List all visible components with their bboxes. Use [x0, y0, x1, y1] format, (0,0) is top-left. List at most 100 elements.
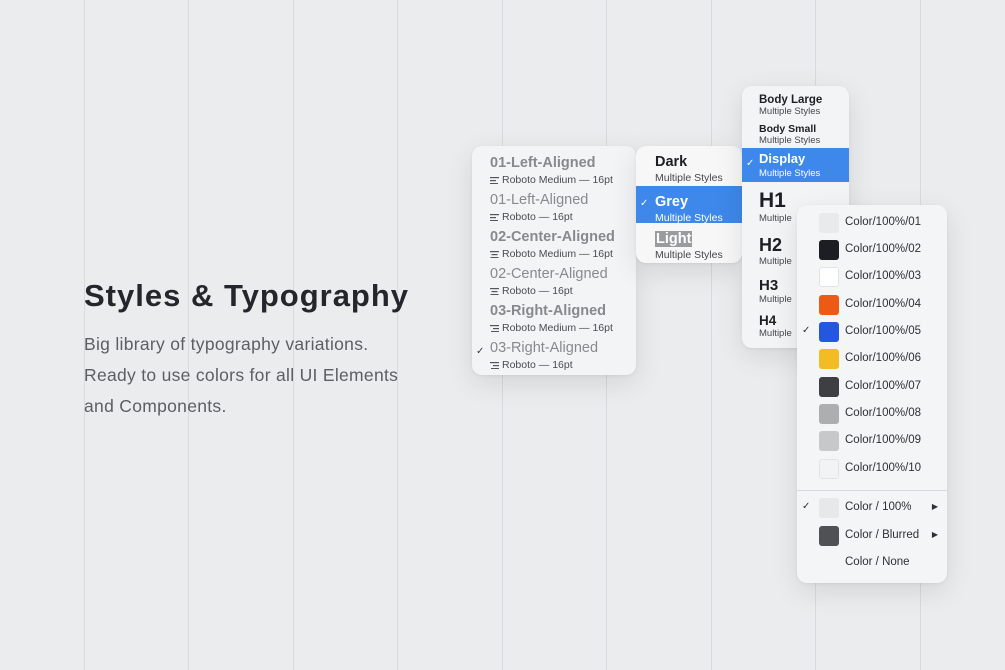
type-style-item[interactable]: H3 Multiple: [759, 277, 792, 305]
type-style-name: H3: [759, 277, 779, 294]
color-group-label: Color / Blurred: [845, 529, 920, 541]
type-style-item[interactable]: H2 Multiple: [759, 235, 792, 267]
text-style-name: 03-Right-Aligned: [490, 303, 606, 319]
theme-name: Grey: [655, 194, 689, 210]
grid-line: [711, 0, 712, 670]
align-center-icon: [490, 287, 499, 295]
type-style-name: H4: [759, 313, 777, 328]
color-swatch: [819, 377, 839, 397]
text-style-item[interactable]: 03-Right-Aligned Roboto Medium — 16pt: [490, 303, 630, 340]
align-left-icon: [490, 176, 499, 184]
type-style-detail: Multiple: [759, 256, 792, 267]
type-style-name: H2: [759, 235, 783, 255]
color-swatch: [819, 322, 839, 342]
text-style-menu: 01-Left-Aligned Roboto Medium — 16pt 01-…: [472, 146, 636, 375]
color-style-label: Color/100%/09: [845, 434, 922, 446]
type-style-item[interactable]: Body Large Multiple Styles: [759, 94, 822, 117]
color-style-item[interactable]: Color/100%/06: [797, 346, 947, 373]
color-style-label: Color/100%/10: [845, 462, 922, 474]
theme-detail: Multiple Styles: [655, 249, 723, 261]
type-style-item-selected[interactable]: ✓ Display Multiple Styles: [742, 148, 849, 182]
color-swatch: [819, 213, 839, 233]
hero-description-line: Big library of typography variations.: [84, 334, 369, 354]
color-style-label: Color/100%/06: [845, 352, 922, 364]
align-center-icon: [490, 250, 499, 258]
text-style-detail: Roboto Medium — 16pt: [502, 248, 613, 260]
text-style-name: 03-Right-Aligned: [490, 340, 599, 356]
color-style-item[interactable]: Color/100%/03: [797, 264, 947, 291]
text-style-detail: Roboto Medium — 16pt: [502, 322, 613, 334]
color-style-label: Color/100%/02: [845, 243, 922, 255]
text-style-item[interactable]: 02-Center-Aligned Roboto Medium — 16pt: [490, 229, 630, 266]
color-swatch: [819, 240, 839, 260]
text-style-name: 02-Center-Aligned: [490, 266, 608, 282]
submenu-arrow-icon: ▶: [931, 502, 938, 511]
checkmark-icon: ✓: [476, 346, 485, 357]
type-style-name: Display: [759, 151, 806, 166]
color-style-label: Color/100%/08: [845, 407, 922, 419]
color-style-item[interactable]: Color/100%/07: [797, 374, 947, 401]
color-swatch: [819, 295, 839, 315]
theme-item-light[interactable]: Light Multiple Styles: [636, 223, 742, 261]
type-style-name: H1: [759, 189, 786, 212]
type-style-detail: Multiple: [759, 294, 792, 305]
text-style-item-selected[interactable]: 03-Right-Aligned Roboto — 16pt: [490, 340, 630, 377]
color-swatch: [819, 431, 839, 451]
type-style-item[interactable]: H4 Multiple: [759, 313, 792, 339]
align-right-icon: [490, 324, 499, 332]
color-style-item[interactable]: Color/100%/10: [797, 456, 947, 483]
color-style-item-selected[interactable]: ✓ Color/100%/05: [797, 319, 947, 346]
type-style-item[interactable]: Body Small Multiple Styles: [759, 123, 820, 146]
color-swatch: [819, 459, 839, 479]
type-style-detail: Multiple Styles: [759, 135, 821, 146]
color-swatch: [819, 526, 839, 546]
color-group-label: Color / None: [845, 556, 910, 568]
submenu-arrow-icon: ▶: [931, 530, 938, 539]
color-style-label: Color/100%/03: [845, 270, 922, 282]
color-style-item[interactable]: Color/100%/09: [797, 428, 947, 455]
color-group-item[interactable]: Color / Blurred ▶: [797, 523, 947, 550]
theme-detail: Multiple Styles: [655, 172, 723, 184]
menu-divider: [797, 490, 947, 491]
hero-description-line: Ready to use colors for all UI Elements: [84, 365, 399, 385]
color-style-label: Color/100%/01: [845, 216, 922, 228]
type-style-item[interactable]: H1 Multiple: [759, 189, 792, 224]
text-style-name: 02-Center-Aligned: [490, 229, 615, 245]
hero-title: Styles & Typography: [84, 278, 410, 313]
hero-description-line: and Components.: [84, 396, 227, 416]
text-style-item[interactable]: 01-Left-Aligned Roboto Medium — 16pt: [490, 155, 630, 192]
align-right-icon: [490, 361, 499, 369]
align-left-icon: [490, 213, 499, 221]
type-style-name: Body Large: [759, 94, 823, 106]
color-style-label: Color/100%/07: [845, 380, 922, 392]
color-style-menu: Color/100%/01 Color/100%/02 Color/100%/0…: [797, 205, 947, 583]
type-style-detail: Multiple: [759, 213, 792, 224]
theme-item-grey[interactable]: ✓ Grey Multiple Styles: [636, 186, 742, 224]
text-style-detail: Roboto Medium — 16pt: [502, 174, 613, 186]
theme-item-dark[interactable]: Dark Multiple Styles: [636, 146, 742, 184]
color-style-item[interactable]: Color/100%/08: [797, 401, 947, 428]
color-swatch: [819, 349, 839, 369]
color-group-item-selected[interactable]: ✓ Color / 100% ▶: [797, 495, 947, 522]
text-style-item[interactable]: 02-Center-Aligned Roboto — 16pt: [490, 266, 630, 303]
color-style-item[interactable]: Color/100%/04: [797, 292, 947, 319]
color-group-label: Color / 100%: [845, 501, 912, 513]
color-swatch: [819, 498, 839, 518]
color-swatch: [819, 267, 839, 287]
color-style-item[interactable]: Color/100%/02: [797, 237, 947, 264]
color-group-item[interactable]: Color / None: [797, 550, 947, 577]
hero-description: Big library of typography variations. Re…: [84, 329, 444, 422]
theme-name: Light: [655, 231, 693, 247]
type-style-detail: Multiple Styles: [759, 168, 821, 179]
type-style-detail: Multiple Styles: [759, 106, 821, 117]
text-style-item[interactable]: 01-Left-Aligned Roboto — 16pt: [490, 192, 630, 229]
color-style-item[interactable]: Color/100%/01: [797, 210, 947, 237]
text-style-detail: Roboto — 16pt: [502, 285, 573, 297]
text-style-name: 01-Left-Aligned: [490, 155, 596, 171]
checkmark-icon: ✓: [802, 325, 811, 336]
color-style-label: Color/100%/05: [845, 325, 922, 337]
color-swatch: [819, 404, 839, 424]
checkmark-icon: ✓: [802, 501, 811, 512]
theme-name: Dark: [655, 154, 688, 170]
checkmark-icon: ✓: [746, 158, 755, 169]
